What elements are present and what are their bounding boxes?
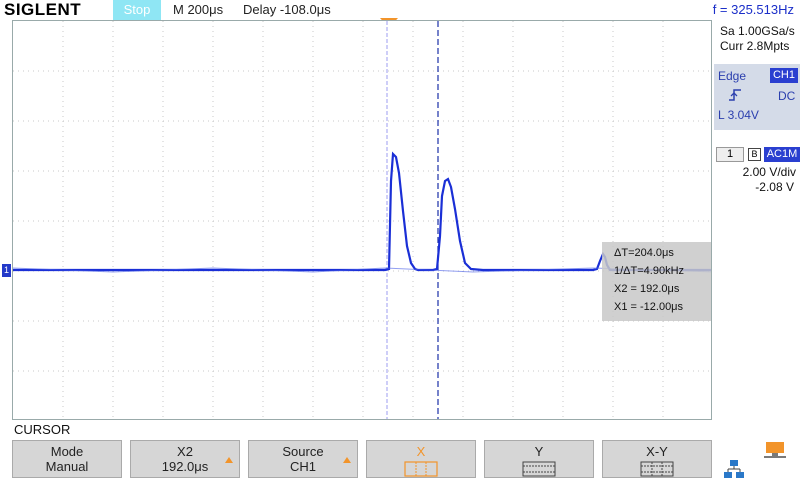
source-button[interactable]: Source CH1 bbox=[248, 440, 358, 478]
trigger-type: Edge bbox=[718, 69, 747, 83]
usb-drive-icon bbox=[764, 442, 786, 458]
right-info-panel: Sa 1.00GSa/s Curr 2.8Mpts Edge CH1 DC L … bbox=[712, 20, 800, 420]
delay-readout[interactable]: Delay -108.0μs bbox=[243, 0, 331, 20]
trigger-info-panel[interactable]: Edge CH1 DC L 3.04V bbox=[714, 64, 800, 130]
adjust-arrow-icon bbox=[343, 457, 351, 463]
status-bar: SIGLENT Stop M 200μs Delay -108.0μs f = … bbox=[0, 0, 800, 20]
trigger-source-badge: CH1 bbox=[770, 68, 798, 83]
brand-logo: SIGLENT bbox=[4, 0, 82, 19]
vertical-offset: -2.08 V bbox=[755, 180, 794, 194]
memory-depth: Curr 2.8Mpts bbox=[720, 39, 790, 53]
mode-button-value: Manual bbox=[45, 459, 89, 474]
channel1-info-panel[interactable]: 1 B AC1M 2.00 V/div -2.08 V bbox=[714, 144, 800, 200]
grid-lines bbox=[13, 21, 711, 419]
timebase-readout[interactable]: M 200μs bbox=[173, 0, 223, 20]
horizontal-cursors-icon bbox=[522, 461, 556, 477]
channel-number: 1 bbox=[716, 147, 744, 162]
cursor-readout-box: ΔT=204.0μs 1/ΔT=4.90kHz X2 = 192.0μs X1 … bbox=[602, 242, 711, 321]
vertical-scale: 2.00 V/div bbox=[742, 165, 796, 179]
trigger-coupling: DC bbox=[778, 89, 796, 103]
inverse-delta-t-readout: 1/ΔT=4.90kHz bbox=[614, 265, 685, 277]
source-button-label: Source bbox=[282, 444, 324, 459]
frequency-counter: f = 325.513Hz bbox=[712, 2, 794, 17]
x-cursor-label: X bbox=[416, 444, 426, 459]
sample-rate: Sa 1.00GSa/s bbox=[720, 24, 795, 38]
delta-t-readout: ΔT=204.0μs bbox=[614, 247, 674, 259]
channel-coupling-badge: AC1M bbox=[764, 147, 800, 162]
xy-cursor-label: X-Y bbox=[646, 444, 668, 459]
ch1-ground-marker[interactable]: 1 bbox=[2, 264, 11, 277]
source-button-value: CH1 bbox=[289, 459, 316, 474]
x2-button[interactable]: X2 192.0μs bbox=[130, 440, 240, 478]
y-cursor-button[interactable]: Y bbox=[484, 440, 594, 478]
bandwidth-limit-icon: B bbox=[748, 148, 761, 161]
rising-edge-icon bbox=[729, 89, 741, 101]
run-stop-status[interactable]: Stop bbox=[113, 0, 161, 20]
graticule bbox=[13, 21, 711, 419]
xy-cursors-icon bbox=[640, 461, 674, 477]
mode-button-label: Mode bbox=[50, 444, 84, 459]
xy-cursor-button[interactable]: X-Y bbox=[602, 440, 712, 478]
x-cursor-button[interactable]: X bbox=[366, 440, 476, 478]
trigger-level: L 3.04V bbox=[718, 108, 759, 122]
waveform-display[interactable]: ΔT=204.0μs 1/ΔT=4.90kHz X2 = 192.0μs X1 … bbox=[12, 20, 712, 420]
network-icon bbox=[724, 460, 744, 478]
x2-readout: X2 = 192.0μs bbox=[614, 283, 680, 295]
y-cursor-label: Y bbox=[534, 444, 544, 459]
x2-button-value: 192.0μs bbox=[161, 459, 209, 474]
system-status-icons bbox=[724, 442, 786, 478]
mode-button[interactable]: Mode Manual bbox=[12, 440, 122, 478]
menu-title: CURSOR bbox=[14, 422, 71, 437]
x2-button-label: X2 bbox=[177, 444, 193, 459]
x1-readout: X1 = -12.00μs bbox=[614, 301, 684, 313]
adjust-arrow-icon bbox=[225, 457, 233, 463]
vertical-cursors-icon bbox=[404, 461, 438, 477]
